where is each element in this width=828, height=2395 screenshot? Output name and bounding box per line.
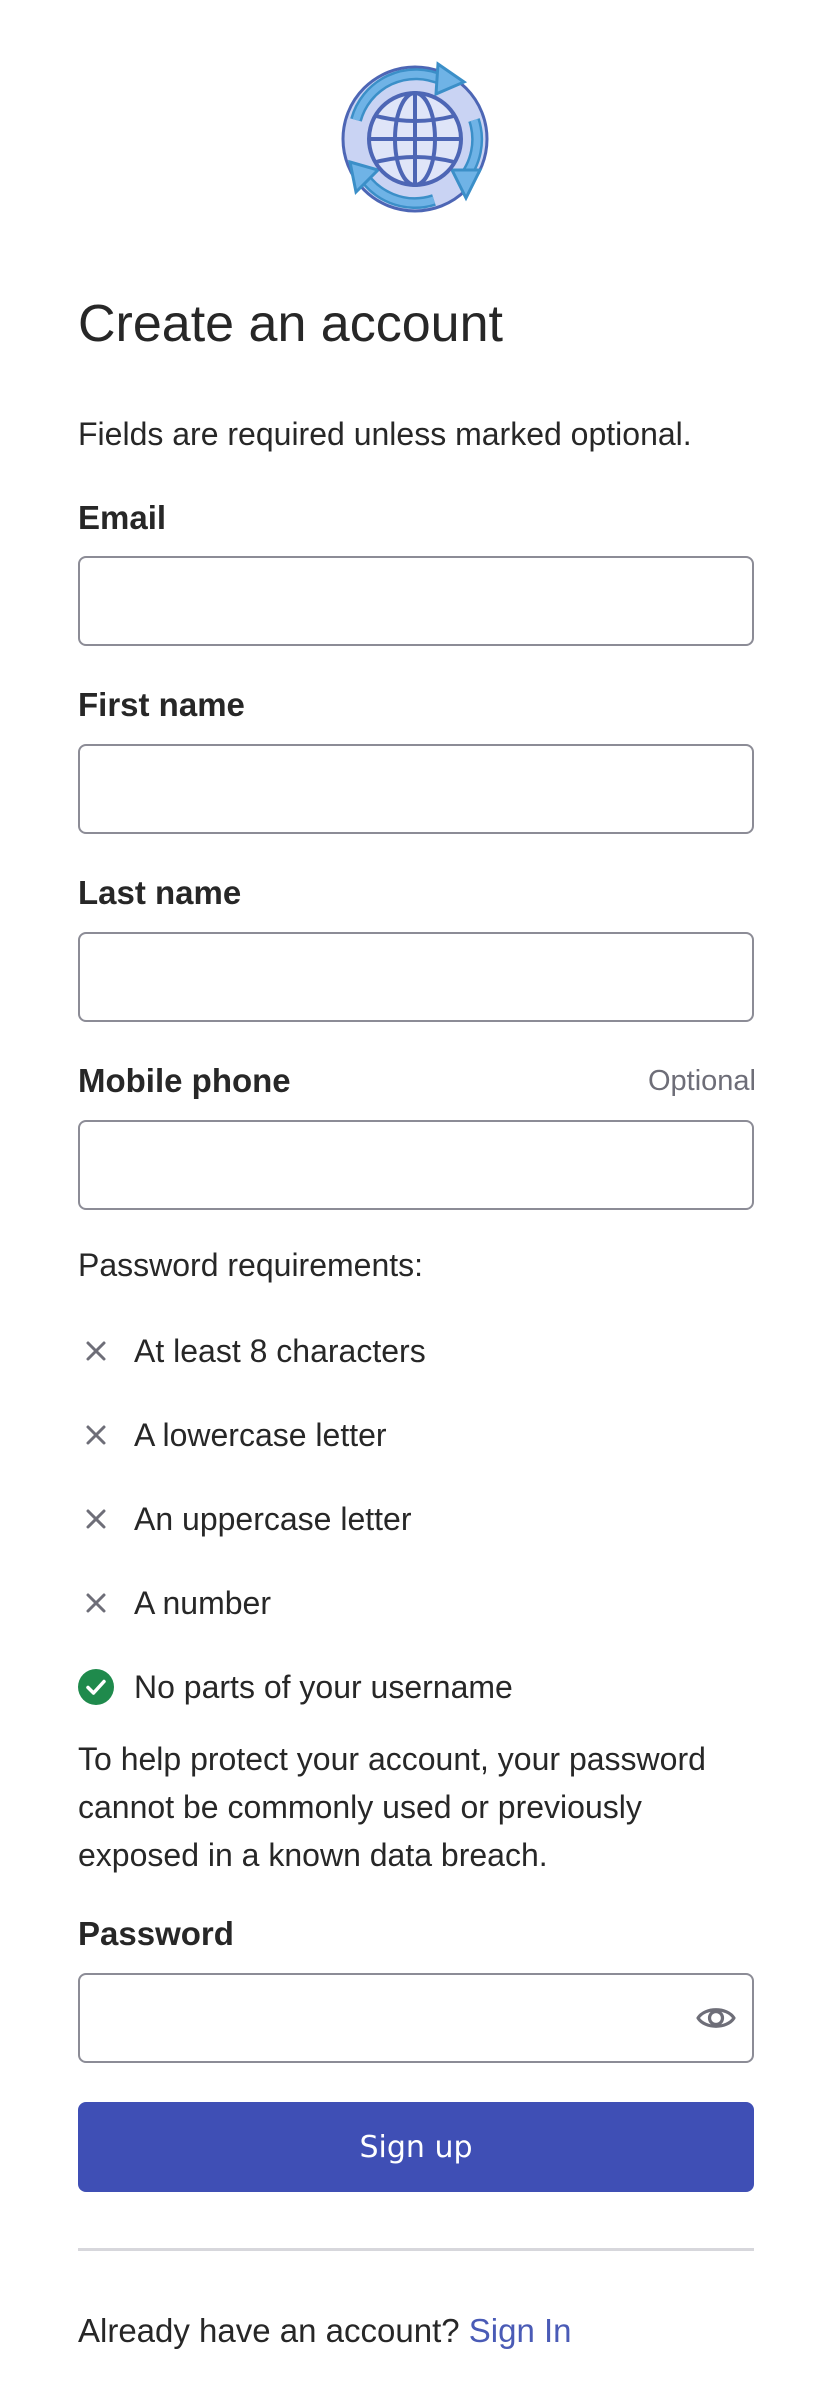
first-name-field[interactable] — [78, 744, 754, 834]
last-name-label: Last name — [78, 874, 242, 911]
requirement-item: A number — [78, 1582, 271, 1624]
email-field[interactable] — [78, 556, 754, 646]
signin-row: Already have an account? Sign In — [78, 2310, 572, 2352]
close-icon — [78, 1417, 114, 1453]
requirement-text: A lowercase letter — [134, 1417, 387, 1453]
requirement-item: No parts of your username — [78, 1666, 513, 1708]
password-requirements-heading: Password requirements: — [78, 1247, 424, 1283]
password-help-text: To help protect your account, your passw… — [78, 1741, 706, 1873]
close-icon — [78, 1333, 114, 1369]
mobile-phone-field[interactable] — [78, 1120, 754, 1210]
globe-refresh-icon — [341, 61, 489, 213]
first-name-label: First name — [78, 686, 245, 723]
close-icon — [78, 1585, 114, 1621]
email-label: Email — [78, 499, 167, 536]
password-field[interactable] — [78, 1973, 754, 2063]
requirement-text: No parts of your username — [134, 1669, 513, 1705]
close-icon — [78, 1501, 114, 1537]
signin-prompt: Already have an account? — [78, 2312, 460, 2349]
requirement-item: An uppercase letter — [78, 1498, 412, 1540]
sign-up-button[interactable]: Sign up — [78, 2102, 754, 2192]
password-label: Password — [78, 1915, 234, 1952]
divider — [78, 2248, 754, 2251]
last-name-field[interactable] — [78, 932, 754, 1022]
page-title: Create an account — [78, 295, 503, 353]
requirement-item: A lowercase letter — [78, 1414, 387, 1456]
eye-icon[interactable] — [696, 2000, 736, 2036]
requirement-text: At least 8 characters — [134, 1333, 426, 1369]
requirement-item: At least 8 characters — [78, 1330, 426, 1372]
sign-in-link[interactable]: Sign In — [469, 2312, 572, 2349]
requirement-text: A number — [134, 1585, 271, 1621]
check-circle-icon — [78, 1669, 114, 1705]
requirement-text: An uppercase letter — [134, 1501, 412, 1537]
signup-page: Create an account Fields are required un… — [0, 0, 828, 2395]
mobile-phone-label: Mobile phone — [78, 1062, 291, 1099]
required-fields-note: Fields are required unless marked option… — [78, 416, 692, 452]
optional-tag: Optional — [647, 1065, 756, 1097]
